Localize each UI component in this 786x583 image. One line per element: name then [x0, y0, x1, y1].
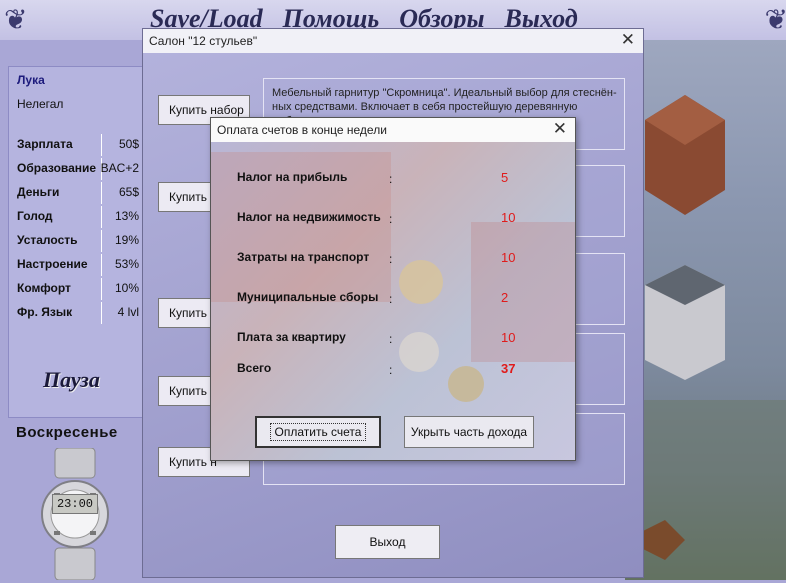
pause-button[interactable]: Пауза	[43, 367, 100, 393]
city-background	[625, 40, 786, 580]
bill-colon: :	[389, 292, 393, 306]
bill-label: Налог на прибыль	[237, 170, 348, 184]
stat-label: Усталость	[17, 233, 78, 247]
stat-row: Фр. Язык 4 lvl	[17, 302, 141, 327]
stat-label: Образование	[17, 161, 97, 175]
bill-value: 5	[501, 170, 509, 185]
bill-colon: :	[389, 332, 393, 346]
stat-label: Зарплата	[17, 137, 73, 151]
player-panel: Лука Нелегал Зарплата 50$ Образование BA…	[8, 66, 144, 418]
salon-titlebar: Салон "12 стульев" ✕	[143, 29, 643, 53]
stat-value: 19%	[114, 233, 139, 247]
day-label: Воскресенье	[16, 424, 118, 441]
stat-row: Настроение 53%	[17, 254, 141, 279]
pay-bills-label: Оплатить счета	[269, 423, 367, 441]
clock-display: 23:00	[52, 494, 98, 514]
stat-row: Голод 13%	[17, 206, 141, 231]
stat-row: Комфорт 10%	[17, 278, 141, 303]
bill-label: Налог на недвижимость	[237, 210, 381, 224]
total-value: 37	[501, 361, 516, 376]
bill-value: 10	[501, 250, 516, 265]
dialog-body: Налог на прибыль : 5 Налог на недвижимос…	[211, 142, 575, 460]
stat-label: Голод	[17, 209, 53, 223]
stat-divider	[101, 134, 102, 156]
stat-row: Деньги 65$	[17, 182, 141, 207]
stat-label: Комфорт	[17, 281, 71, 295]
hide-income-button[interactable]: Укрыть часть дохода	[404, 416, 534, 448]
player-status: Нелегал	[17, 97, 64, 111]
stat-value: 10%	[114, 281, 139, 295]
city-buildings-icon	[625, 95, 786, 580]
bill-value: 2	[501, 290, 509, 305]
bills-dialog: Оплата счетов в конце недели ✕ Налог на …	[210, 117, 576, 461]
stat-value: 50$	[118, 137, 139, 151]
bill-colon: :	[389, 172, 393, 186]
stat-divider	[101, 254, 102, 276]
bill-colon: :	[389, 252, 393, 266]
bill-value: 10	[501, 330, 516, 345]
stat-divider	[101, 182, 102, 204]
watch-icon	[40, 447, 110, 581]
total-colon: :	[389, 363, 393, 377]
stat-label: Настроение	[17, 257, 88, 271]
stat-row: Усталость 19%	[17, 230, 141, 255]
bill-colon: :	[389, 212, 393, 226]
stat-row: Образование BAC+2	[17, 158, 141, 183]
salon-close-icon[interactable]: ✕	[621, 30, 635, 50]
bill-label: Плата за квартиру	[237, 330, 346, 344]
bill-label: Муниципальные сборы	[237, 290, 379, 304]
dialog-title: Оплата счетов в конце недели	[217, 123, 387, 137]
stat-value: 53%	[114, 257, 139, 271]
ornament-right-icon: ❦	[764, 4, 786, 35]
dialog-close-icon[interactable]: ✕	[553, 119, 567, 139]
stat-value: 4 lvl	[117, 305, 139, 319]
stat-value: BAC+2	[100, 161, 139, 175]
stat-label: Фр. Язык	[17, 305, 73, 319]
stat-label: Деньги	[17, 185, 60, 199]
stat-row: Зарплата 50$	[17, 134, 141, 159]
bill-label: Затраты на транспорт	[237, 250, 370, 264]
stat-divider	[101, 302, 102, 324]
ornament-left-icon: ❦	[4, 4, 28, 35]
bill-value: 10	[501, 210, 516, 225]
stat-divider	[101, 230, 102, 252]
dialog-titlebar: Оплата счетов в конце недели ✕	[211, 118, 575, 142]
stat-divider	[101, 278, 102, 300]
stat-divider	[101, 206, 102, 228]
exit-button[interactable]: Выход	[335, 525, 440, 559]
total-label: Всего	[237, 361, 272, 375]
stat-value: 65$	[118, 185, 139, 199]
stat-value: 13%	[114, 209, 139, 223]
pay-bills-button[interactable]: Оплатить счета	[255, 416, 381, 448]
salon-title: Салон "12 стульев"	[149, 34, 258, 48]
player-name: Лука	[17, 73, 45, 87]
